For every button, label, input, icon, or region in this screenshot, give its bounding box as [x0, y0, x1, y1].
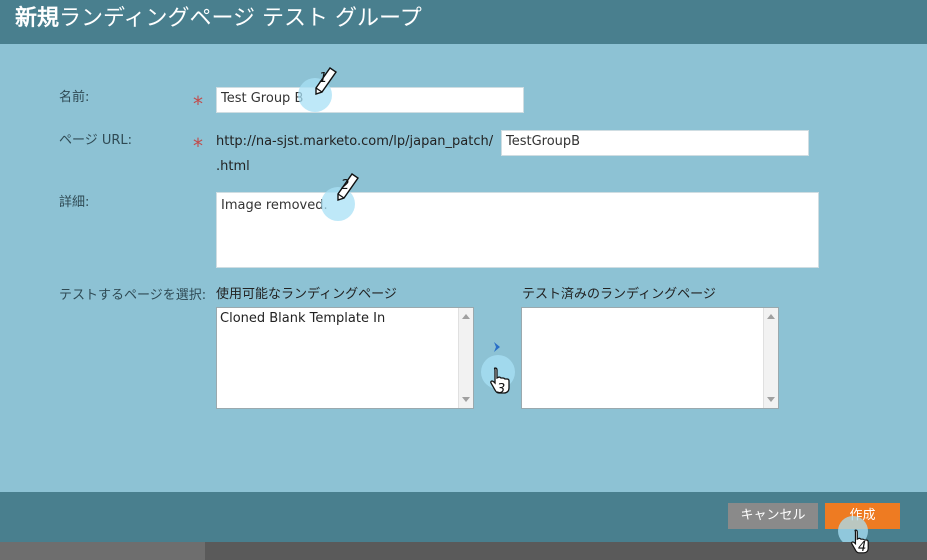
- tested-list-scrollbar[interactable]: [763, 308, 778, 408]
- select-pages-label: テストするページを選択:: [59, 288, 207, 303]
- name-required-icon: *: [193, 92, 203, 116]
- tested-pages-listbox[interactable]: [521, 307, 779, 409]
- scroll-down-icon[interactable]: [462, 397, 470, 402]
- chevron-right-icon: [494, 342, 500, 352]
- list-item[interactable]: Cloned Blank Template In: [217, 308, 473, 330]
- scroll-up-icon[interactable]: [462, 314, 470, 319]
- scroll-up-icon[interactable]: [767, 314, 775, 319]
- url-suffix: .html: [216, 159, 250, 174]
- url-slug-field[interactable]: TestGroupB: [501, 130, 809, 156]
- detail-label: 詳細:: [59, 195, 90, 210]
- new-landing-page-test-group-dialog: 新規ランディングページ テスト グループ 名前: * Test Group B …: [0, 0, 927, 560]
- dialog-title: 新規ランディングページ テスト グループ: [15, 5, 422, 33]
- dialog-footer: キャンセル 作成: [0, 492, 927, 546]
- available-pages-listbox[interactable]: Cloned Blank Template In: [216, 307, 474, 409]
- dialog-title-rest: ランディングページ テスト グループ: [59, 6, 422, 31]
- cancel-button[interactable]: キャンセル: [728, 503, 818, 529]
- callout-2-number: 2: [341, 178, 350, 193]
- url-label: ページ URL:: [59, 133, 133, 148]
- available-list-scrollbar[interactable]: [458, 308, 473, 408]
- tested-list-title: テスト済みのランディングページ: [522, 287, 716, 302]
- dialog-titlebar: 新規ランディングページ テスト グループ: [0, 0, 927, 44]
- background-strip-left: [0, 542, 205, 560]
- callout-1-number: 1: [319, 71, 328, 86]
- callout-3-number: 3: [497, 382, 506, 397]
- callout-4-number: 4: [858, 540, 867, 555]
- available-list-title: 使用可能なランディングページ: [216, 287, 397, 302]
- dialog-title-bold: 新規: [15, 6, 60, 31]
- url-required-icon: *: [193, 134, 203, 158]
- detail-textarea[interactable]: Image removed.: [216, 192, 819, 268]
- move-right-button[interactable]: [490, 340, 504, 354]
- name-field[interactable]: Test Group B: [216, 87, 524, 113]
- background-strip: [0, 542, 927, 560]
- scroll-down-icon[interactable]: [767, 397, 775, 402]
- url-prefix: http://na-sjst.marketo.com/lp/japan_patc…: [216, 134, 494, 149]
- dialog-body: 名前: * Test Group B ページ URL: * http://na-…: [0, 44, 927, 492]
- name-label: 名前:: [59, 90, 90, 105]
